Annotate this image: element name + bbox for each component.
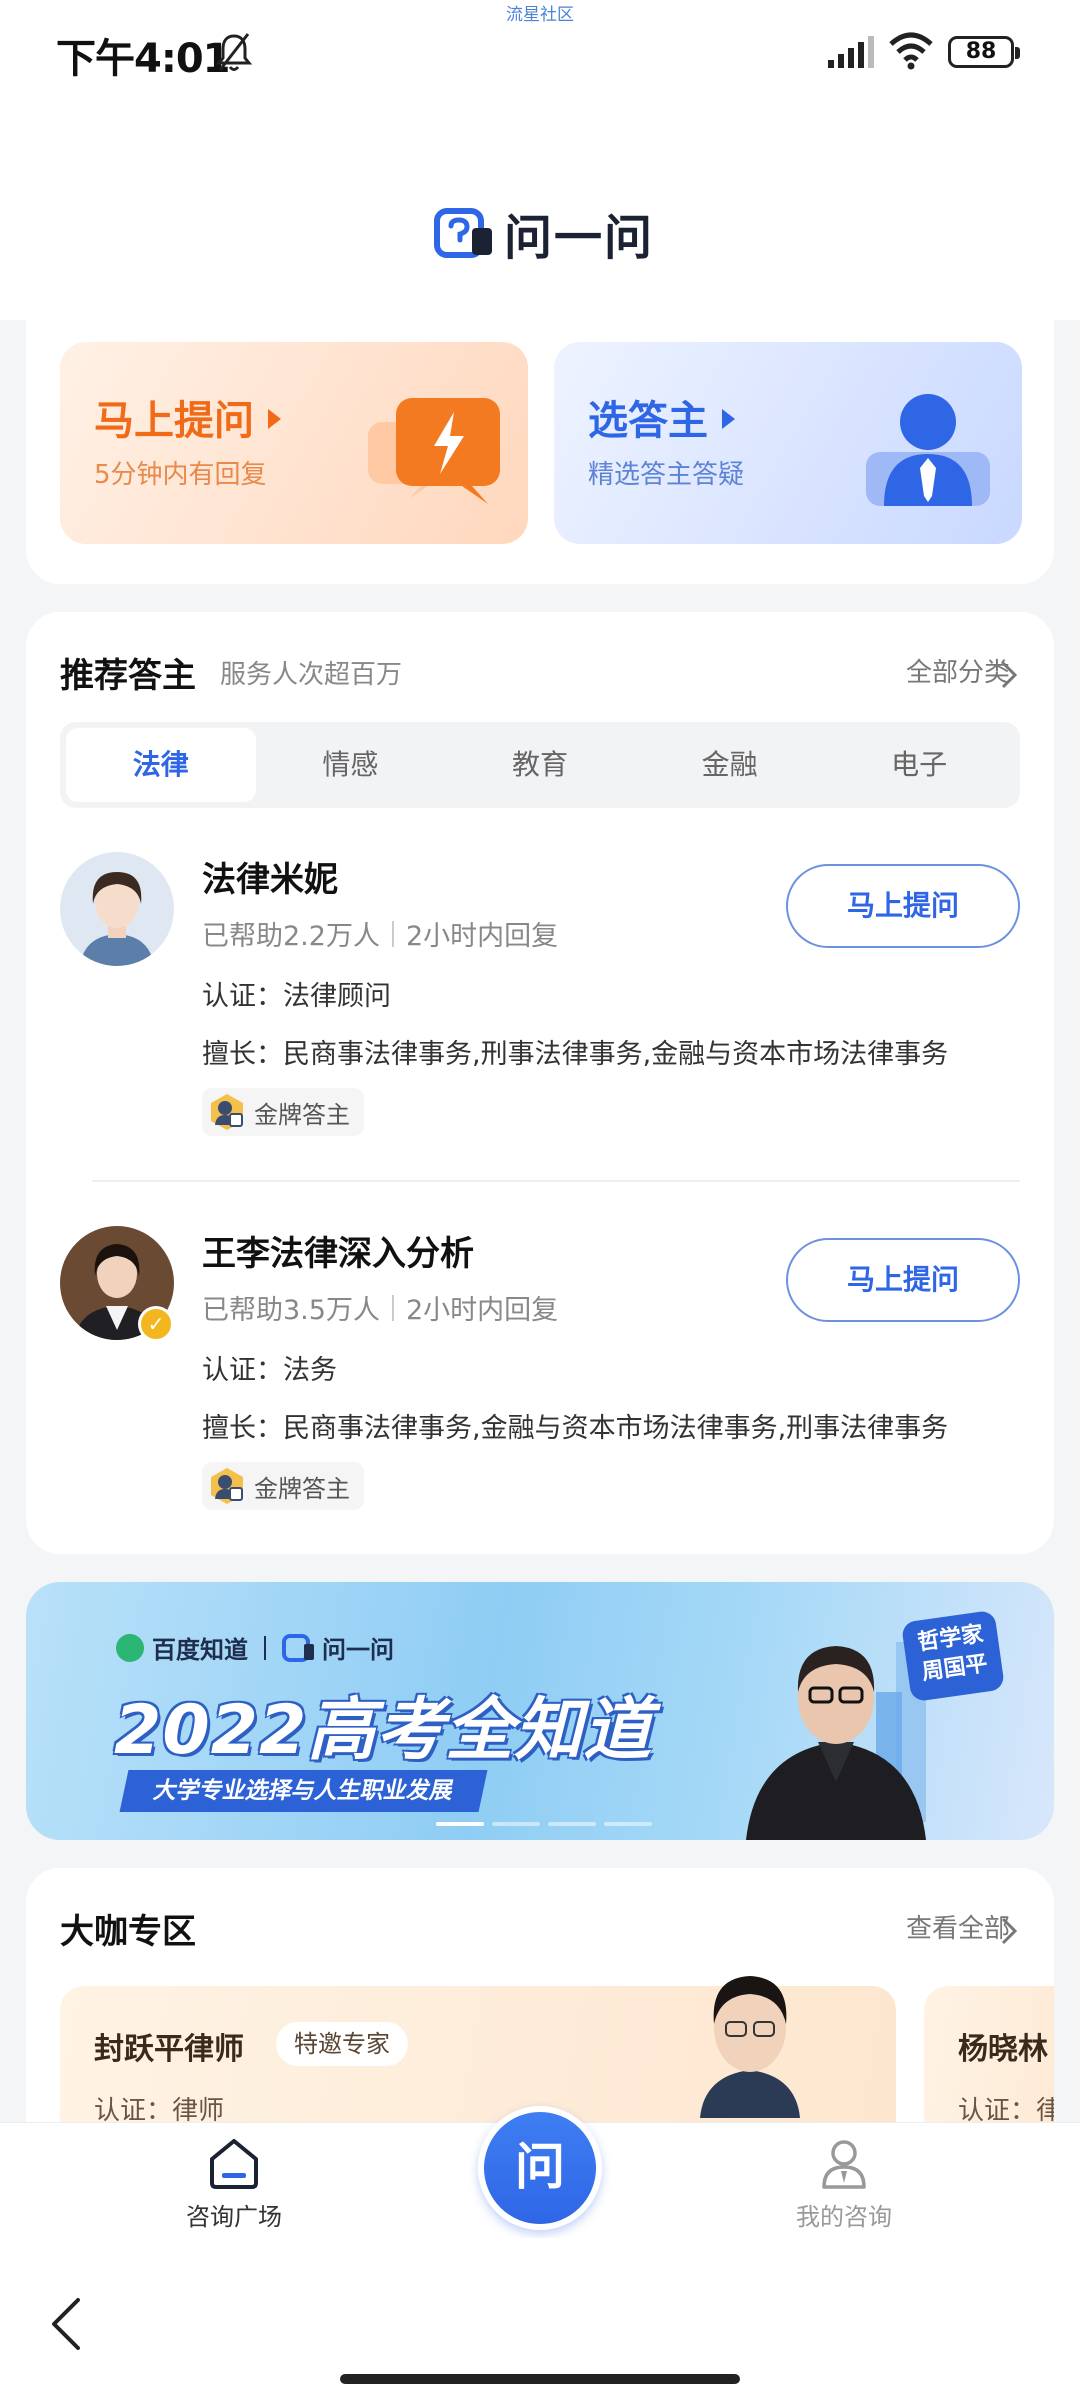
verified-badge-icon: ✓ [138,1306,174,1342]
carousel-dot [604,1822,652,1826]
battery-indicator: 88 [948,36,1020,68]
tab-finance[interactable]: 金融 [635,728,825,802]
triangle-right-icon [722,409,735,429]
gold-answerer-badge: 金牌答主 [202,1088,364,1136]
invited-expert-tag: 特邀专家 [276,2022,408,2066]
expert-name: 法律米妮 [202,860,338,900]
signal-icon [828,36,874,68]
expert-list-item[interactable]: ✓ 王李法律深入分析 已帮助3.5万人 2小时内回复 认证：法务 擅长：民商事法… [26,1226,1054,1526]
ask-center-button[interactable]: 问 [478,2106,602,2230]
wenyiwen-logo-icon [282,1633,314,1662]
status-bar: 流星社区 下午4:01 88 [0,0,1080,110]
bigshot-title: 大咖专区 [60,1912,196,1952]
select-answerer-subtitle: 精选答主答疑 [588,460,745,490]
wifi-icon [889,32,933,70]
ask-now-button[interactable]: 马上提问 [786,864,1020,948]
carousel-dot [492,1822,540,1826]
view-all-link[interactable]: 查看全部 [906,1908,1010,1945]
gold-medal-icon [211,1094,243,1130]
quick-actions-card: 马上提问 5分钟内有回复 选答主 精选答主答疑 [26,320,1054,584]
carousel-dot [548,1822,596,1826]
expert-stats: 已帮助3.5万人 2小时内回复 [202,1288,558,1327]
bigshot-photo [700,1976,800,2118]
tab-law[interactable]: 法律 [66,728,256,802]
system-navigation-bar [0,2238,1080,2400]
avatar[interactable] [60,852,174,966]
carousel-indicator [436,1822,660,1826]
banner-brand: 百度知道 问一问 [116,1630,394,1665]
carousel-dot [436,1822,484,1826]
all-categories-link[interactable]: 全部分类 [906,652,1010,689]
expert-helped-count: 已帮助3.5万人 [202,1295,380,1326]
banner-speaker-badge: 哲学家 周国平 [900,1609,1006,1703]
expert-helped-count: 已帮助2.2万人 [202,921,380,952]
quick-ask-title: 马上提问 [94,398,254,444]
recommended-subtitle: 服务人次超百万 [220,660,403,690]
app-header: 问一问 [0,110,1080,320]
expert-reply-time: 2小时内回复 [405,1295,559,1326]
bell-muted-icon [215,33,253,71]
triangle-right-icon [268,409,281,429]
select-answerer-button[interactable]: 选答主 精选答主答疑 [554,342,1022,544]
banner-headline: 2022高考全知道 [114,1691,653,1770]
chevron-right-icon[interactable] [1000,1916,1018,1946]
promo-banner[interactable]: 百度知道 问一问 2022高考全知道 大学专业选择与人生职业发展 哲学家 周国平 [26,1582,1054,1840]
app-logo-text: 问一问 [504,210,655,266]
person-tie-icon [866,394,990,506]
nav-consult-square-label: 咨询广场 [186,2203,282,2231]
tab-education[interactable]: 教育 [445,728,635,802]
banner-brand-wyw: 问一问 [322,1636,394,1664]
expert-stats: 已帮助2.2万人 2小时内回复 [202,914,558,953]
gold-answerer-label: 金牌答主 [254,1474,350,1503]
baidu-zhidao-logo-icon [116,1633,144,1662]
wenyiwen-logo-icon [434,208,492,258]
tab-emotion[interactable]: 情感 [256,728,446,802]
gold-medal-icon [211,1468,243,1504]
nav-my-consultations-label: 我的咨询 [796,2203,892,2231]
chevron-right-icon[interactable] [1000,660,1018,690]
expert-expertise: 擅长：民商事法律事务,金融与资本市场法律事务,刑事法律事务 [202,1413,949,1444]
category-tabs: 法律 情感 教育 金融 电子 [60,722,1020,808]
gold-answerer-badge: 金牌答主 [202,1462,364,1510]
banner-tagline: 大学专业选择与人生职业发展 [119,1770,488,1812]
ask-now-button[interactable]: 马上提问 [786,1238,1020,1322]
expert-name: 王李法律深入分析 [202,1234,474,1274]
bigshot-item[interactable]: 封跃平律师 特邀专家 认证：律师 [60,1976,896,2128]
banner-brand-baidu: 百度知道 [152,1636,248,1664]
back-arrow-icon[interactable] [46,2294,86,2354]
quick-ask-subtitle: 5分钟内有回复 [94,460,267,490]
bigshot-name: 杨晓林 [958,2032,1048,2067]
home-icon [210,2139,258,2189]
expert-reply-time: 2小时内回复 [405,921,559,952]
nav-consult-square[interactable]: 咨询广场 [134,2135,334,2232]
bigshot-item[interactable]: 杨晓林 认证：律 [924,1986,1054,2128]
app-logo: 问一问 [434,198,654,268]
expert-certification: 认证：法务 [202,1355,337,1386]
divider [92,1180,1020,1182]
bigshot-name: 封跃平律师 [94,2032,244,2067]
nav-my-consultations[interactable]: 我的咨询 [744,2135,944,2232]
recommended-title: 推荐答主 [60,656,196,696]
quick-ask-button[interactable]: 马上提问 5分钟内有回复 [60,342,528,544]
expert-list-item[interactable]: 法律米妮 已帮助2.2万人 2小时内回复 认证：法律顾问 擅长：民商事法律事务,… [26,852,1054,1152]
status-time: 下午4:01 [56,36,230,82]
lightning-chat-icon [368,398,500,504]
bigshot-zone-card: 大咖专区 查看全部 封跃平律师 特邀专家 认证：律师 杨晓林 认证：律 [26,1868,1054,2128]
divider [391,920,394,947]
gold-answerer-label: 金牌答主 [254,1100,350,1129]
watermark: 流星社区 [506,5,574,25]
recommended-answerers-card: 推荐答主 服务人次超百万 全部分类 法律 情感 教育 金融 电子 法律米妮 已帮… [26,612,1054,1554]
expert-certification: 认证：法律顾问 [202,981,391,1012]
home-indicator[interactable] [340,2374,740,2384]
person-icon [822,2140,866,2189]
expert-expertise: 擅长：民商事法律事务,刑事法律事务,金融与资本市场法律事务 [202,1039,949,1070]
tab-electronics[interactable]: 电子 [824,728,1014,802]
divider [264,1635,266,1660]
select-answerer-title: 选答主 [588,398,708,444]
divider [391,1294,394,1321]
